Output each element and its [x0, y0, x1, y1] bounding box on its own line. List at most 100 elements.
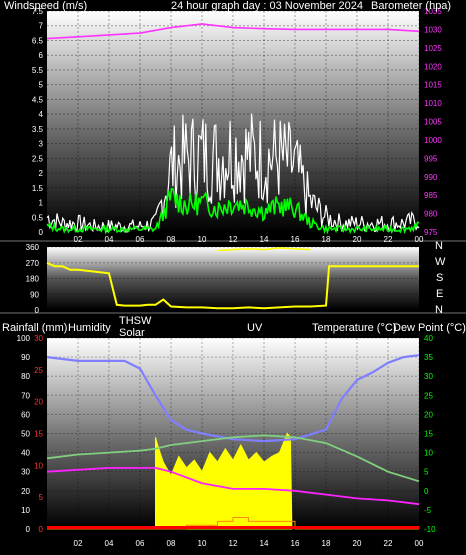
wind-tick-label: 6.5 [32, 36, 44, 45]
wind-tick-label: 7 [39, 22, 44, 31]
barometer-tick-label: 1025 [424, 44, 442, 53]
wind-tick-label: 1.5 [32, 184, 44, 193]
barometer-tick-label: 1010 [424, 99, 442, 108]
graph-title: 24 hour graph day : 03 November 2024 [171, 0, 363, 12]
humidity-tick-label: 40 [21, 449, 30, 458]
barometer-tick-label: 1030 [424, 25, 442, 34]
humidity-tick-label: 20 [21, 487, 30, 496]
wind-x-tick-label: 04 [105, 235, 114, 244]
barometer-tick-label: 995 [424, 154, 438, 163]
temperature-tick-label: -10 [424, 525, 436, 534]
windspeed-axis-title: Windspeed (m/s) [4, 0, 87, 12]
wind-tick-label: 5.5 [32, 66, 44, 75]
rain-tick-label: 20 [34, 398, 43, 407]
thsw-label: THSW [119, 315, 152, 327]
wind-x-tick-label: 02 [74, 235, 83, 244]
direction-tick-label: 180 [26, 275, 40, 284]
temperature-tick-label: 0 [424, 487, 429, 496]
weather-x-tick-label: 10 [198, 539, 207, 548]
compass-s: S [436, 272, 443, 284]
temperature-tick-label: -5 [424, 506, 432, 515]
weather-x-tick-label: 20 [353, 539, 362, 548]
barometer-axis-title: Barometer (hpa) [371, 0, 451, 12]
wind-tick-label: 3 [39, 140, 44, 149]
humidity-tick-label: 80 [21, 372, 30, 381]
compass-w: W [435, 256, 446, 268]
wind-x-tick-label: 12 [229, 235, 238, 244]
wind-tick-label: 2 [39, 169, 44, 178]
weather-x-tick-label: 06 [136, 539, 145, 548]
direction-tick-label: 270 [26, 259, 40, 268]
direction-tick-label: 90 [30, 290, 39, 299]
compass-e: E [436, 288, 443, 300]
humidity-tick-label: 90 [21, 353, 30, 362]
humidity-tick-label: 60 [21, 410, 30, 419]
humidity-tick-label: 100 [17, 334, 31, 343]
temperature-tick-label: 5 [424, 468, 429, 477]
humidity-tick-label: 70 [21, 391, 30, 400]
barometer-tick-label: 1020 [424, 62, 442, 71]
divider-mid [0, 312, 466, 314]
weather-x-tick-label: 04 [105, 539, 114, 548]
humidity-tick-label: 0 [26, 525, 31, 534]
barometer-tick-label: 975 [424, 228, 438, 237]
rain-tick-label: 30 [34, 334, 43, 343]
wind-tick-label: 6 [39, 51, 44, 60]
graph-canvas: 00.511.522.533.544.555.566.577.597598098… [0, 0, 466, 555]
weather-x-tick-label: 08 [167, 539, 176, 548]
weather-x-tick-label: 00 [415, 539, 424, 548]
temperature-tick-label: 10 [424, 449, 433, 458]
direction-tick-label: 0 [35, 306, 40, 315]
wind-x-tick-label: 08 [167, 235, 176, 244]
weather-x-tick-label: 02 [74, 539, 83, 548]
weather-graph: 0 0.5 1 1.5 2 2.5 3 3.5 4 4.5 5 5.5 6 6.5 7 7.5 975 980 98… [0, 0, 466, 555]
rain-tick-label: 0 [39, 525, 44, 534]
wind-tick-label: 4 [39, 110, 44, 119]
humidity-tick-label: 30 [21, 468, 30, 477]
temperature-tick-label: 25 [424, 391, 433, 400]
weather-x-tick-label: 16 [291, 539, 300, 548]
barometer-tick-label: 980 [424, 210, 438, 219]
dewpoint-axis-title: Dew Point (°C) [393, 322, 466, 334]
wind-tick-label: 0.5 [32, 213, 44, 222]
wind-x-tick-label: 06 [136, 235, 145, 244]
uv-label: UV [247, 322, 263, 334]
barometer-tick-label: 1015 [424, 81, 442, 90]
humidity-tick-label: 10 [21, 506, 30, 515]
rain-tick-label: 5 [39, 493, 44, 502]
barometer-tick-label: 1000 [424, 136, 442, 145]
temperature-tick-label: 20 [424, 410, 433, 419]
wind-x-tick-label: 22 [384, 235, 393, 244]
weather-x-tick-label: 14 [260, 539, 269, 548]
rainfall-axis-title: Rainfall (mm) [2, 322, 67, 334]
barometer-tick-label: 985 [424, 191, 438, 200]
wind-x-tick-label: 10 [198, 235, 207, 244]
temperature-axis-title: Temperature (°C) [312, 322, 396, 334]
barometer-tick-label: 990 [424, 173, 438, 182]
humidity-axis-title: Humidity [68, 322, 111, 334]
temperature-tick-label: 35 [424, 353, 433, 362]
compass-n-bottom: N [435, 304, 443, 316]
wind-tick-label: 0 [39, 228, 44, 237]
wind-tick-label: 5 [39, 81, 44, 90]
temperature-tick-label: 40 [424, 334, 433, 343]
wind-x-tick-label: 16 [291, 235, 300, 244]
wind-x-tick-label: 14 [260, 235, 269, 244]
weather-x-tick-label: 18 [322, 539, 331, 548]
wind-tick-label: 3.5 [32, 125, 44, 134]
wind-x-tick-label: 00 [415, 235, 424, 244]
rain-tick-label: 15 [34, 430, 43, 439]
wind-x-tick-label: 18 [322, 235, 331, 244]
wind-x-tick-label: 20 [353, 235, 362, 244]
temperature-tick-label: 15 [424, 430, 433, 439]
wind-tick-label: 2.5 [32, 154, 44, 163]
temperature-tick-label: 30 [424, 372, 433, 381]
rain-tick-label: 25 [34, 366, 43, 375]
weather-x-tick-label: 12 [229, 539, 238, 548]
wind-tick-label: 4.5 [32, 95, 44, 104]
weather-x-tick-label: 22 [384, 539, 393, 548]
compass-n-top: N [435, 240, 443, 252]
direction-tick-label: 360 [26, 243, 40, 252]
rain-tick-label: 10 [34, 461, 43, 470]
wind-tick-label: 1 [39, 199, 44, 208]
